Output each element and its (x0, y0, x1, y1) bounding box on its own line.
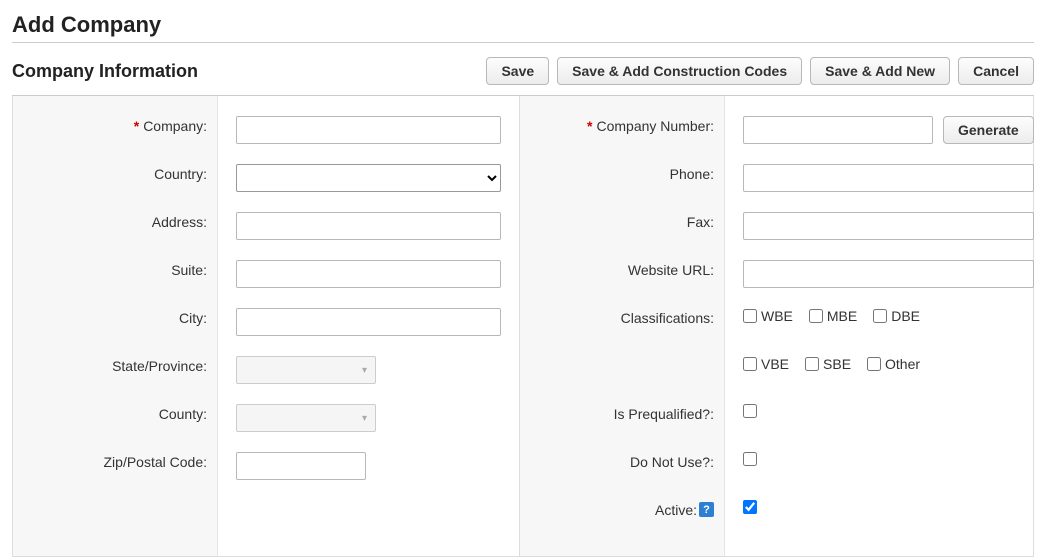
label-company-number-text: Company Number: (597, 118, 715, 134)
address-input[interactable] (236, 212, 501, 240)
label-city-text: City: (179, 310, 207, 326)
label-active-text: Active: (655, 502, 697, 518)
save-button[interactable]: Save (486, 57, 549, 85)
prequalified-checkbox[interactable] (743, 404, 757, 418)
classification-dbe[interactable]: DBE (873, 308, 920, 324)
dbe-label: DBE (891, 308, 920, 324)
label-url: Website URL: (520, 258, 724, 306)
label-prequalified: Is Prequalified?: (520, 402, 724, 450)
company-number-input[interactable] (743, 116, 933, 144)
label-address: Address: (13, 210, 217, 258)
label-fax-text: Fax: (687, 214, 714, 230)
vbe-checkbox[interactable] (743, 357, 757, 371)
help-icon[interactable]: ? (699, 502, 714, 517)
required-icon: * (587, 118, 592, 134)
page-title: Add Company (12, 12, 1034, 43)
phone-input[interactable] (743, 164, 1034, 192)
section-title: Company Information (12, 61, 198, 82)
classification-mbe[interactable]: MBE (809, 308, 857, 324)
save-add-codes-button[interactable]: Save & Add Construction Codes (557, 57, 802, 85)
label-company-number: * Company Number: (520, 114, 724, 162)
label-county: County: (13, 402, 217, 450)
label-phone-text: Phone: (670, 166, 714, 182)
right-column: * Company Number: Phone: Fax: Website URL… (520, 96, 1046, 556)
country-select[interactable] (236, 164, 501, 192)
label-active: Active:? (520, 498, 724, 546)
sbe-checkbox[interactable] (805, 357, 819, 371)
cancel-button[interactable]: Cancel (958, 57, 1034, 85)
label-url-text: Website URL: (628, 262, 714, 278)
classification-other[interactable]: Other (867, 356, 920, 372)
url-input[interactable] (743, 260, 1034, 288)
label-classifications-spacer (520, 354, 724, 402)
active-checkbox[interactable] (743, 500, 757, 514)
label-fax: Fax: (520, 210, 724, 258)
label-state: State/Province: (13, 354, 217, 402)
classification-wbe[interactable]: WBE (743, 308, 793, 324)
label-zip: Zip/Postal Code: (13, 450, 217, 498)
label-classifications-text: Classifications: (621, 310, 714, 326)
label-phone: Phone: (520, 162, 724, 210)
button-row: Save Save & Add Construction Codes Save … (486, 57, 1034, 85)
right-inputs: Generate WBE MBE DBE VBE SBE Other (725, 96, 1046, 556)
county-select[interactable]: ▾ (236, 404, 376, 432)
left-column: *Company: Country: Address: Suite: City:… (13, 96, 520, 556)
generate-button[interactable]: Generate (943, 116, 1034, 144)
suite-input[interactable] (236, 260, 501, 288)
donotuse-checkbox[interactable] (743, 452, 757, 466)
label-suite-text: Suite: (171, 262, 207, 278)
company-input[interactable] (236, 116, 501, 144)
state-select[interactable]: ▾ (236, 356, 376, 384)
label-prequalified-text: Is Prequalified?: (614, 406, 714, 422)
label-donotuse-text: Do Not Use?: (630, 454, 714, 470)
label-classifications: Classifications: (520, 306, 724, 354)
zip-input[interactable] (236, 452, 366, 480)
mbe-checkbox[interactable] (809, 309, 823, 323)
dbe-checkbox[interactable] (873, 309, 887, 323)
sbe-label: SBE (823, 356, 851, 372)
city-input[interactable] (236, 308, 501, 336)
classification-sbe[interactable]: SBE (805, 356, 851, 372)
other-label: Other (885, 356, 920, 372)
mbe-label: MBE (827, 308, 857, 324)
section-header: Company Information Save Save & Add Cons… (12, 51, 1034, 96)
label-city: City: (13, 306, 217, 354)
label-country: Country: (13, 162, 217, 210)
label-country-text: Country: (154, 166, 207, 182)
fax-input[interactable] (743, 212, 1034, 240)
label-address-text: Address: (152, 214, 207, 230)
label-donotuse: Do Not Use?: (520, 450, 724, 498)
wbe-label: WBE (761, 308, 793, 324)
label-suite: Suite: (13, 258, 217, 306)
label-zip-text: Zip/Postal Code: (104, 454, 208, 470)
left-inputs: ▾ ▾ (218, 96, 519, 556)
left-labels: *Company: Country: Address: Suite: City:… (13, 96, 218, 556)
other-checkbox[interactable] (867, 357, 881, 371)
save-add-new-button[interactable]: Save & Add New (810, 57, 950, 85)
label-state-text: State/Province: (112, 358, 207, 374)
form-panel: *Company: Country: Address: Suite: City:… (12, 96, 1034, 557)
right-labels: * Company Number: Phone: Fax: Website URL… (520, 96, 725, 556)
label-company: *Company: (13, 114, 217, 162)
required-icon: * (134, 118, 139, 134)
label-company-text: Company: (143, 118, 207, 134)
label-county-text: County: (159, 406, 207, 422)
wbe-checkbox[interactable] (743, 309, 757, 323)
vbe-label: VBE (761, 356, 789, 372)
classification-vbe[interactable]: VBE (743, 356, 789, 372)
